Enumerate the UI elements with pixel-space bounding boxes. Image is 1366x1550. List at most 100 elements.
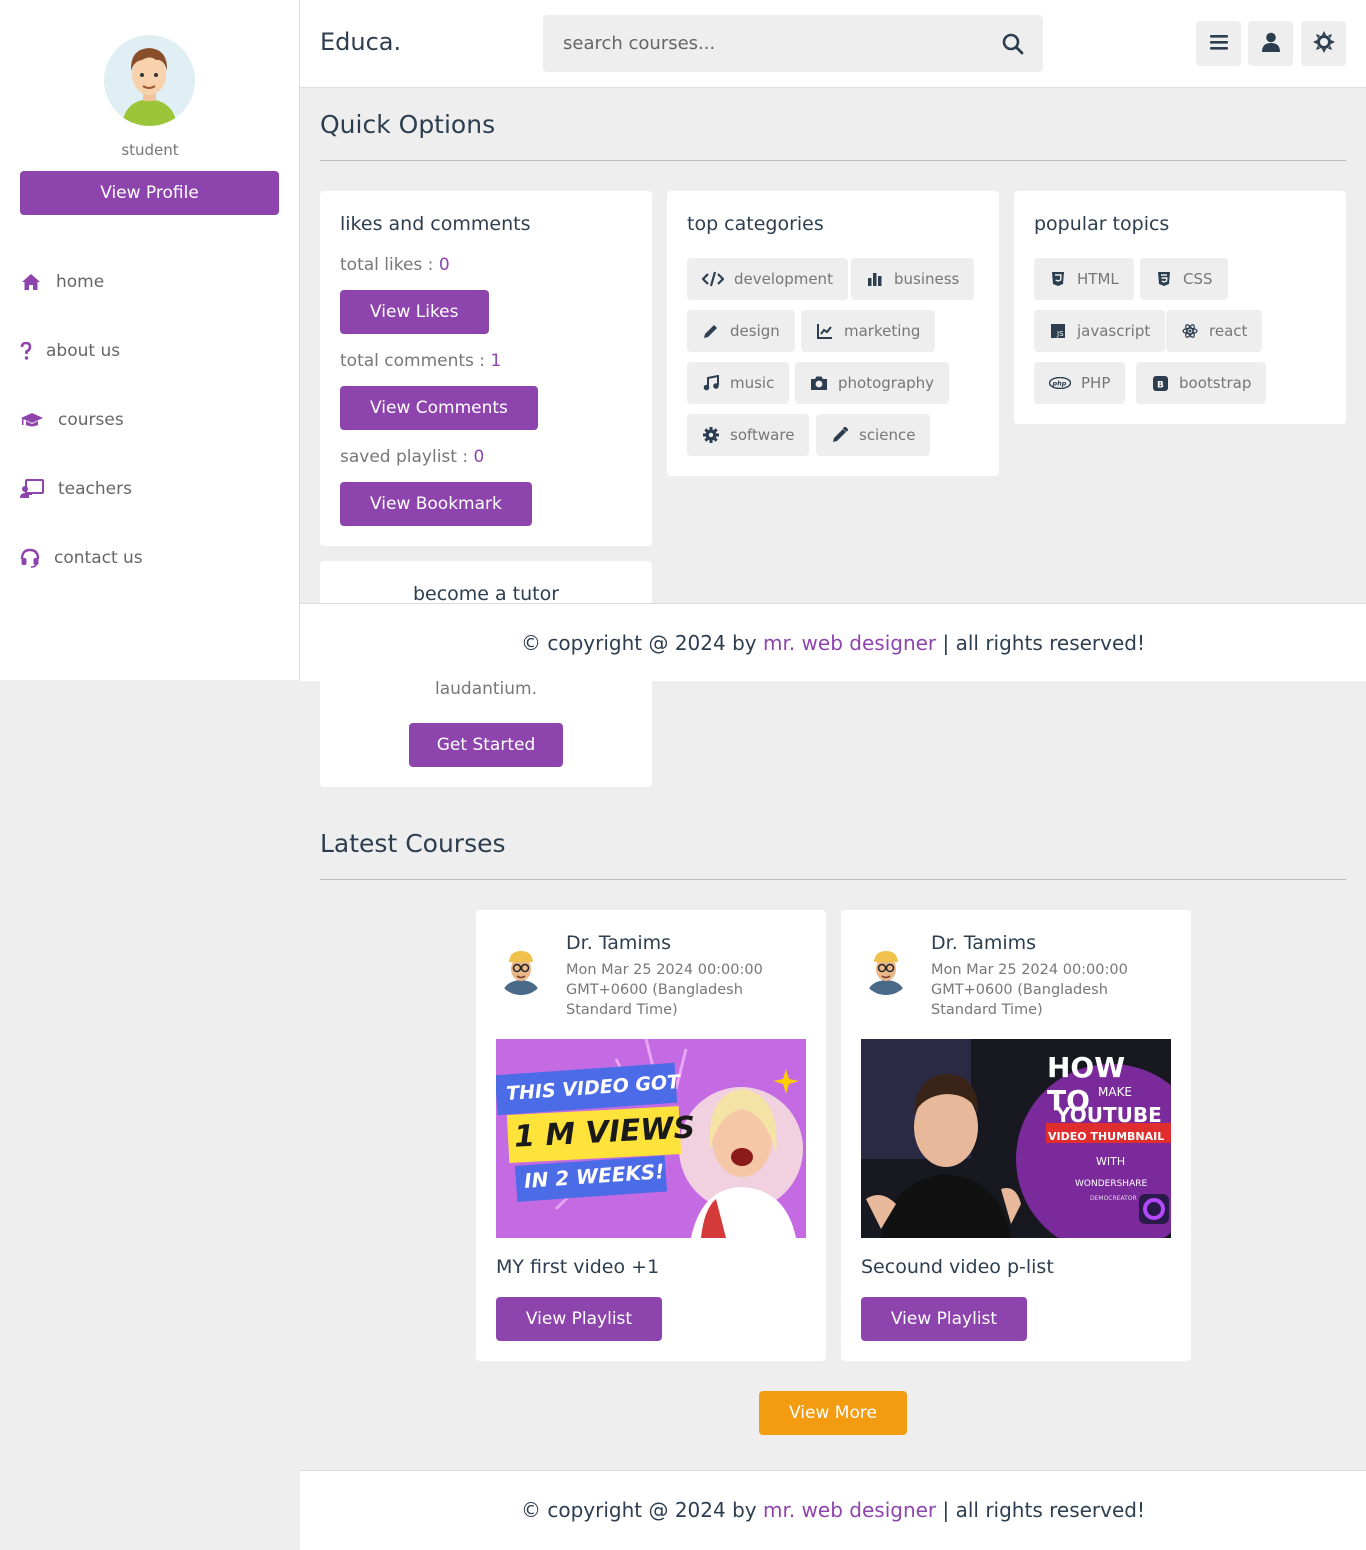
sidebar-item-courses[interactable]: courses bbox=[20, 405, 124, 435]
category-software[interactable]: software bbox=[687, 414, 810, 456]
footer-prefix: © copyright @ 2024 by bbox=[520, 631, 763, 655]
category-music[interactable]: music bbox=[687, 362, 790, 404]
thumb-line: WONDERSHARE bbox=[1075, 1179, 1148, 1189]
view-comments-button[interactable]: View Comments bbox=[340, 386, 538, 430]
sidebar-item-label: teachers bbox=[58, 479, 132, 499]
category-photography[interactable]: photography bbox=[795, 362, 950, 404]
footer-link[interactable]: mr. web designer bbox=[763, 1498, 936, 1522]
sidebar-item-teachers[interactable]: teachers bbox=[20, 474, 132, 504]
quick-options-title: Quick Options bbox=[320, 110, 496, 139]
graduation-cap-icon bbox=[20, 409, 44, 431]
total-likes-count: 0 bbox=[438, 255, 450, 275]
tutor-text: laudantium. bbox=[434, 679, 538, 699]
sidebar-item-label: home bbox=[56, 272, 105, 292]
course-title: Secound video p-list bbox=[861, 1256, 1054, 1278]
tag-label: bootstrap bbox=[1179, 374, 1252, 392]
sidebar-item-label: about us bbox=[46, 341, 121, 361]
home-icon bbox=[20, 271, 42, 293]
course-date: Mon Mar 25 2024 00:00:00 GMT+0600 (Bangl… bbox=[931, 962, 1128, 1018]
tag-label: design bbox=[730, 322, 780, 340]
view-more-button[interactable]: View More bbox=[759, 1391, 907, 1435]
thumb-line: VIDEO THUMBNAIL bbox=[1048, 1130, 1165, 1143]
total-likes-line: total likes : 0 bbox=[340, 255, 450, 275]
topic-php[interactable]: php PHP bbox=[1034, 362, 1126, 404]
total-comments-line: total comments : 1 bbox=[340, 351, 501, 371]
category-business[interactable]: business bbox=[851, 258, 975, 300]
html5-icon bbox=[1049, 270, 1067, 288]
tag-label: marketing bbox=[844, 322, 921, 340]
chart-line-icon bbox=[816, 322, 834, 340]
course-thumbnail[interactable]: THIS VIDEO GOT 1 M VIEWS IN 2 WEEKS! bbox=[496, 1039, 806, 1238]
course-date: Mon Mar 25 2024 00:00:00 GMT+0600 (Bangl… bbox=[566, 962, 763, 1018]
category-science[interactable]: science bbox=[816, 414, 931, 456]
sidebar-item-label: courses bbox=[58, 410, 124, 430]
tutor-avatar bbox=[861, 945, 911, 995]
search-icon[interactable] bbox=[1001, 32, 1025, 56]
get-started-button[interactable]: Get Started bbox=[409, 723, 563, 767]
tag-label: javascript bbox=[1077, 322, 1151, 340]
total-comments-count: 1 bbox=[490, 351, 502, 371]
thumb-line: DEMOCREATOR bbox=[1090, 1195, 1137, 1202]
svg-text:B: B bbox=[1157, 380, 1164, 390]
camera-icon bbox=[810, 374, 828, 392]
topic-bootstrap[interactable]: B bootstrap bbox=[1136, 362, 1267, 404]
tutor-avatar bbox=[496, 945, 546, 995]
user-button[interactable] bbox=[1248, 21, 1293, 66]
category-marketing[interactable]: marketing bbox=[801, 310, 936, 352]
course-thumbnail[interactable]: HOW TO MAKE YOUTUBE VIDEO THUMBNAIL WITH… bbox=[861, 1039, 1171, 1238]
search-input[interactable] bbox=[543, 15, 983, 72]
saved-playlist-line: saved playlist : 0 bbox=[340, 447, 484, 467]
view-bookmark-button[interactable]: View Bookmark bbox=[340, 482, 532, 526]
tag-label: software bbox=[730, 426, 795, 444]
total-likes-label: total likes : bbox=[340, 255, 439, 275]
course-card: Dr. Tamims Mon Mar 25 2024 00:00:00 GMT+… bbox=[841, 910, 1191, 1361]
total-comments-label: total comments : bbox=[340, 351, 491, 371]
thumb-line: MAKE bbox=[1098, 1085, 1133, 1099]
top-header: Educa. bbox=[300, 0, 1366, 88]
footer: © copyright @ 2024 by mr. web designer |… bbox=[300, 1470, 1366, 1550]
chart-bar-icon bbox=[866, 270, 884, 288]
sidebar-item-about[interactable]: about us bbox=[20, 336, 120, 366]
view-profile-button[interactable]: View Profile bbox=[20, 171, 279, 215]
js-icon: JS bbox=[1049, 322, 1067, 340]
react-icon bbox=[1181, 322, 1199, 340]
topic-react[interactable]: react bbox=[1166, 310, 1263, 352]
topic-css[interactable]: CSS bbox=[1140, 258, 1228, 300]
bootstrap-icon: B bbox=[1151, 374, 1169, 392]
tag-label: business bbox=[894, 270, 960, 288]
avatar[interactable] bbox=[104, 35, 195, 126]
user-icon bbox=[1261, 32, 1281, 56]
headset-icon bbox=[20, 547, 40, 569]
sun-icon bbox=[1312, 30, 1335, 57]
footer-link[interactable]: mr. web designer bbox=[763, 631, 936, 655]
section-divider bbox=[320, 160, 1346, 161]
view-playlist-button[interactable]: View Playlist bbox=[496, 1297, 662, 1341]
course-card: Dr. Tamims Mon Mar 25 2024 00:00:00 GMT+… bbox=[476, 910, 826, 1361]
topic-html[interactable]: HTML bbox=[1034, 258, 1134, 300]
sidebar-item-contact[interactable]: contact us bbox=[20, 543, 143, 573]
saved-playlist-label: saved playlist : bbox=[340, 447, 474, 467]
theme-toggle-button[interactable] bbox=[1301, 21, 1346, 66]
view-playlist-button[interactable]: View Playlist bbox=[861, 1297, 1027, 1341]
topic-javascript[interactable]: JS javascript bbox=[1034, 310, 1166, 352]
sidebar-item-home[interactable]: home bbox=[20, 267, 104, 297]
tutor-name: Dr. Tamims bbox=[931, 932, 1037, 954]
menu-button[interactable] bbox=[1196, 21, 1241, 66]
category-design[interactable]: design bbox=[687, 310, 795, 352]
thumb-line: WITH bbox=[1096, 1155, 1126, 1168]
tag-label: PHP bbox=[1081, 374, 1111, 392]
box-title: likes and comments bbox=[340, 213, 531, 235]
tutor-name: Dr. Tamims bbox=[566, 932, 672, 954]
view-likes-button[interactable]: View Likes bbox=[340, 290, 489, 334]
pen-icon bbox=[702, 322, 720, 340]
tag-label: photography bbox=[838, 374, 935, 392]
vial-icon bbox=[831, 426, 849, 444]
logo[interactable]: Educa. bbox=[320, 28, 401, 56]
footer-prefix: © copyright @ 2024 by bbox=[520, 1498, 763, 1522]
sidebar-item-label: contact us bbox=[54, 548, 143, 568]
menu-icon bbox=[1209, 33, 1229, 55]
php-icon: php bbox=[1049, 374, 1071, 392]
tag-label: music bbox=[730, 374, 775, 392]
tag-label: CSS bbox=[1183, 270, 1213, 288]
category-development[interactable]: development bbox=[687, 258, 848, 300]
